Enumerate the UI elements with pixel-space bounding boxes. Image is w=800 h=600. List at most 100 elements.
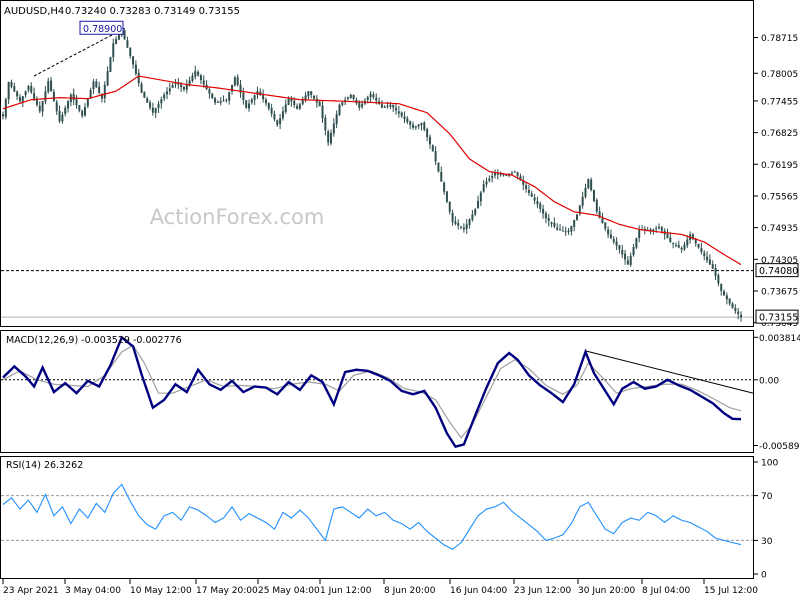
candle-body <box>146 98 149 103</box>
candle-body <box>737 311 740 315</box>
candle-body <box>457 222 460 226</box>
candle-body <box>392 104 395 108</box>
candle-body <box>304 95 307 100</box>
candle-body <box>2 114 4 117</box>
candle-body <box>95 81 98 88</box>
candle-body <box>267 103 270 109</box>
candle-body <box>332 123 335 134</box>
candle-body <box>428 136 431 145</box>
price-axis-label: 0.78005 <box>761 70 798 80</box>
candle-body <box>510 172 513 174</box>
candle-body <box>711 264 714 269</box>
candle-body <box>81 110 84 116</box>
candle-body <box>482 184 485 192</box>
candle-body <box>318 101 321 107</box>
candle-body <box>395 107 398 111</box>
candle-body <box>171 85 174 88</box>
candle-body <box>570 226 573 232</box>
price-axis-label: 0.77455 <box>761 97 798 107</box>
macd-panel-title: MACD(12,26,9) -0.003529 -0.002776 <box>6 335 182 346</box>
candle-body <box>564 231 567 233</box>
candle-body <box>626 260 629 265</box>
high-price-label: 0.78900 <box>83 24 122 35</box>
candle-body <box>324 117 327 131</box>
candle-body <box>38 105 41 112</box>
chart-root: ActionForex.com 0.787150.780050.774550.7… <box>0 0 800 596</box>
time-axis-label: 3 May 04:00 <box>65 586 121 596</box>
candle-body <box>592 189 595 201</box>
candle-body <box>296 105 299 109</box>
candle-body <box>27 86 30 91</box>
candle-body <box>660 227 663 231</box>
candle-body <box>590 179 593 191</box>
candle-body <box>409 121 412 125</box>
candle-body <box>366 97 369 101</box>
candle-body <box>496 173 499 175</box>
candle-body <box>293 100 296 106</box>
candle-body <box>403 116 406 120</box>
price-axis-label: 0.75565 <box>761 192 798 202</box>
candle-body <box>180 84 183 88</box>
candle-body <box>72 93 75 100</box>
candle-body <box>697 243 700 248</box>
candle-body <box>621 249 624 255</box>
candle-body <box>714 267 717 277</box>
time-axis: 23 Apr 2021 3 May 04:00 10 May 12:00 17 May… <box>2 579 758 596</box>
candle-body <box>539 203 542 209</box>
candle-body <box>587 179 590 189</box>
candle-body <box>550 222 553 224</box>
candle-body <box>389 104 392 107</box>
candle-body <box>242 92 245 101</box>
candle-body <box>383 106 386 108</box>
candle-body <box>717 275 720 284</box>
candle-body <box>632 247 635 256</box>
level-price-label: 0.74080 <box>759 266 798 277</box>
candle-body <box>284 104 287 113</box>
rsi-axis-label: 100 <box>761 459 778 469</box>
candle-body <box>607 229 610 235</box>
candle-body <box>674 244 677 246</box>
candle-body <box>443 182 446 192</box>
candle-body <box>160 99 163 104</box>
candle-body <box>479 192 482 202</box>
candle-body <box>615 241 618 246</box>
candle-body <box>47 81 50 92</box>
candle-body <box>723 291 726 296</box>
candle-body <box>491 175 494 178</box>
price-annotations: 0.74080 0.73155 0.78900 <box>33 20 799 324</box>
candle-body <box>672 242 675 244</box>
candle-body <box>680 248 683 250</box>
candle-body <box>166 91 168 95</box>
candle-body <box>417 124 420 127</box>
candle-body <box>629 255 632 265</box>
candle-body <box>576 214 578 220</box>
candle-body <box>462 227 465 230</box>
candle-body <box>652 229 655 231</box>
candle-body <box>638 229 641 238</box>
candle-body <box>468 219 471 225</box>
candle-body <box>358 102 361 108</box>
candle-body <box>21 96 24 102</box>
time-axis-label: 8 Jun 20:00 <box>384 586 436 596</box>
candle-body <box>584 187 587 197</box>
candle-body <box>86 98 89 107</box>
candle-body <box>276 120 279 125</box>
macd-main-line <box>2 335 742 449</box>
candle-body <box>412 124 414 128</box>
rsi-reference-levels <box>1 495 753 541</box>
candle-body <box>134 64 137 74</box>
candle-body <box>494 173 496 176</box>
candle-body <box>556 227 559 230</box>
time-axis-label: 25 May 04:00 <box>258 586 320 596</box>
candle-body <box>52 91 55 102</box>
candle-body <box>44 91 47 102</box>
candle-body <box>327 131 330 143</box>
macd-axis-label: -0.005895 <box>759 442 800 452</box>
candle-body <box>431 145 434 152</box>
candle-body <box>140 83 143 93</box>
candle-body <box>335 114 338 125</box>
candle-body <box>700 248 703 253</box>
macd-axis-label: 0.003814 <box>759 334 800 344</box>
candle-body <box>157 103 160 108</box>
rsi-axis-label: 30 <box>761 537 773 547</box>
